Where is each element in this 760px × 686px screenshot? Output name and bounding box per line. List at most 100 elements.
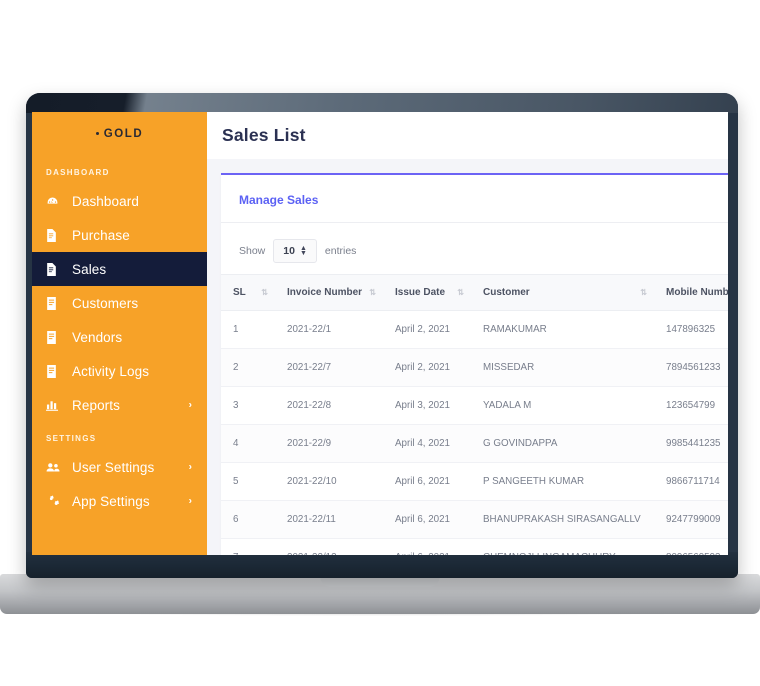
cell-sl: 5 (221, 462, 275, 501)
column-header-customer[interactable]: Customer ⇅ (471, 274, 654, 311)
cell-mobile: 7894561233 (654, 348, 728, 387)
table-row[interactable]: 2 2021-22/7 April 2, 2021 MISSEDAR 78945… (221, 348, 728, 387)
cell-sl: 2 (221, 348, 275, 387)
sidebar-item-activity-logs[interactable]: Activity Logs (32, 354, 207, 388)
sidebar-section-label-dashboard: DASHBOARD (46, 168, 110, 177)
cell-sl: 1 (221, 310, 275, 349)
table-header-row: SL ⇅ Invoice Number ⇅ Issue Date ⇅ Customer… (221, 274, 728, 311)
cell-mobile: 9985441235 (654, 424, 728, 463)
gauge-icon (46, 195, 72, 208)
laptop-lid-bottom-bezel (26, 552, 738, 578)
screen: GOLD DASHBOARD Dashboard Purchase Sales … (32, 112, 728, 555)
sidebar-item-reports[interactable]: Reports › (32, 388, 207, 422)
table-toolbar: Show 10 ▲ ▼ entries (221, 223, 728, 274)
cell-invoice: 2021-22/11 (275, 500, 383, 539)
document-icon (46, 364, 72, 378)
sidebar-item-app-settings[interactable]: App Settings › (32, 484, 207, 518)
cell-date: April 2, 2021 (383, 310, 471, 349)
bar-chart-icon (46, 399, 72, 411)
cell-sl: 3 (221, 386, 275, 425)
sidebar-item-sales[interactable]: Sales (32, 252, 207, 286)
sales-table: SL ⇅ Invoice Number ⇅ Issue Date ⇅ Customer… (221, 274, 728, 555)
cogs-icon (46, 495, 72, 507)
cell-customer: P SANGEETH KUMAR (471, 462, 654, 501)
cell-invoice: 2021-22/10 (275, 462, 383, 501)
screenshot-stage: GOLD DASHBOARD Dashboard Purchase Sales … (0, 0, 760, 686)
column-header-sl[interactable]: SL ⇅ (221, 274, 275, 311)
sidebar-item-label: Dashboard (72, 193, 139, 209)
cell-sl: 7 (221, 538, 275, 555)
column-label: Invoice Number (287, 287, 363, 298)
laptop-base (0, 574, 760, 614)
sidebar-item-label: Sales (72, 261, 107, 277)
sidebar-item-label: User Settings (72, 459, 155, 475)
cell-customer: G GOVINDAPPA (471, 424, 654, 463)
sort-icon: ⇅ (261, 288, 268, 297)
table-row[interactable]: 1 2021-22/1 April 2, 2021 RAMAKUMAR 1478… (221, 310, 728, 349)
cell-date: April 2, 2021 (383, 348, 471, 387)
sidebar-section-label-settings: SETTINGS (46, 434, 97, 443)
cell-date: April 6, 2021 (383, 538, 471, 555)
sidebar-item-label: Customers (72, 295, 139, 311)
table-row[interactable]: 5 2021-22/10 April 6, 2021 P SANGEETH KU… (221, 462, 728, 501)
document-icon (46, 262, 72, 276)
cell-sl: 6 (221, 500, 275, 539)
chevron-right-icon: › (188, 461, 192, 473)
sidebar-item-label: Activity Logs (72, 363, 150, 379)
cell-customer: CHEMNOJI LINGAMACHURY (471, 538, 654, 555)
cell-invoice: 2021-22/9 (275, 424, 383, 463)
document-icon (46, 330, 72, 344)
cell-date: April 4, 2021 (383, 424, 471, 463)
cell-mobile: 8096569593 (654, 538, 728, 555)
spinner-icon: ▲ ▼ (299, 245, 307, 257)
brand-name: GOLD (103, 128, 144, 140)
sidebar-item-label: Purchase (72, 227, 130, 243)
sort-icon: ⇅ (457, 288, 464, 297)
chevron-right-icon: › (188, 399, 192, 411)
sidebar-item-vendors[interactable]: Vendors (32, 320, 207, 354)
sort-icon: ⇅ (369, 288, 376, 297)
brand-dot-icon (95, 132, 99, 135)
entries-value: 10 (283, 245, 295, 257)
table-row[interactable]: 7 2021-22/12 April 6, 2021 CHEMNOJI LING… (221, 538, 728, 555)
cell-date: April 6, 2021 (383, 462, 471, 501)
column-header-invoice-number[interactable]: Invoice Number ⇅ (275, 274, 383, 311)
cell-mobile: 147896325 (654, 310, 728, 349)
cell-customer: MISSEDAR (471, 348, 654, 387)
brand-logo[interactable]: GOLD (32, 112, 207, 156)
document-icon (46, 296, 72, 310)
column-label: Issue Date (395, 287, 446, 298)
cell-mobile: 9247799009 (654, 500, 728, 539)
cell-invoice: 2021-22/12 (275, 538, 383, 555)
column-header-mobile-number[interactable]: Mobile Number⇅ (654, 274, 728, 311)
column-label: Mobile Number (666, 287, 728, 298)
card-header: Manage Sales (221, 175, 728, 223)
table-row[interactable]: 3 2021-22/8 April 3, 2021 YADALA M 12365… (221, 386, 728, 425)
table-body: 1 2021-22/1 April 2, 2021 RAMAKUMAR 1478… (221, 310, 728, 555)
show-label: Show (239, 245, 266, 257)
cell-date: April 3, 2021 (383, 386, 471, 425)
card-title[interactable]: Manage Sales (239, 193, 318, 207)
sidebar-item-user-settings[interactable]: User Settings › (32, 450, 207, 484)
cell-mobile: 9866711714 (654, 462, 728, 501)
table-row[interactable]: 6 2021-22/11 April 6, 2021 BHANUPRAKASH … (221, 500, 728, 539)
column-label: Customer (483, 287, 530, 298)
table-header: SL ⇅ Invoice Number ⇅ Issue Date ⇅ Customer… (221, 274, 728, 311)
sidebar-item-label: Vendors (72, 329, 123, 345)
sidebar-item-label: Reports (72, 397, 120, 413)
main-content: Sales List Manage Sales Show 10 ▲ ▼ entri… (207, 112, 728, 555)
entries-select[interactable]: 10 ▲ ▼ (273, 239, 317, 263)
sidebar-item-dashboard[interactable]: Dashboard (32, 184, 207, 218)
column-header-issue-date[interactable]: Issue Date ⇅ (383, 274, 471, 311)
sort-icon: ⇅ (640, 288, 647, 297)
sidebar-item-label: App Settings (72, 493, 150, 509)
cell-invoice: 2021-22/7 (275, 348, 383, 387)
chevron-right-icon: › (188, 495, 192, 507)
cell-customer: RAMAKUMAR (471, 310, 654, 349)
entries-label: entries (324, 245, 357, 257)
sidebar-item-customers[interactable]: Customers (32, 286, 207, 320)
table-row[interactable]: 4 2021-22/9 April 4, 2021 G GOVINDAPPA 9… (221, 424, 728, 463)
sidebar-item-purchase[interactable]: Purchase (32, 218, 207, 252)
column-label: SL (233, 287, 246, 298)
topbar: Sales List (207, 112, 728, 159)
